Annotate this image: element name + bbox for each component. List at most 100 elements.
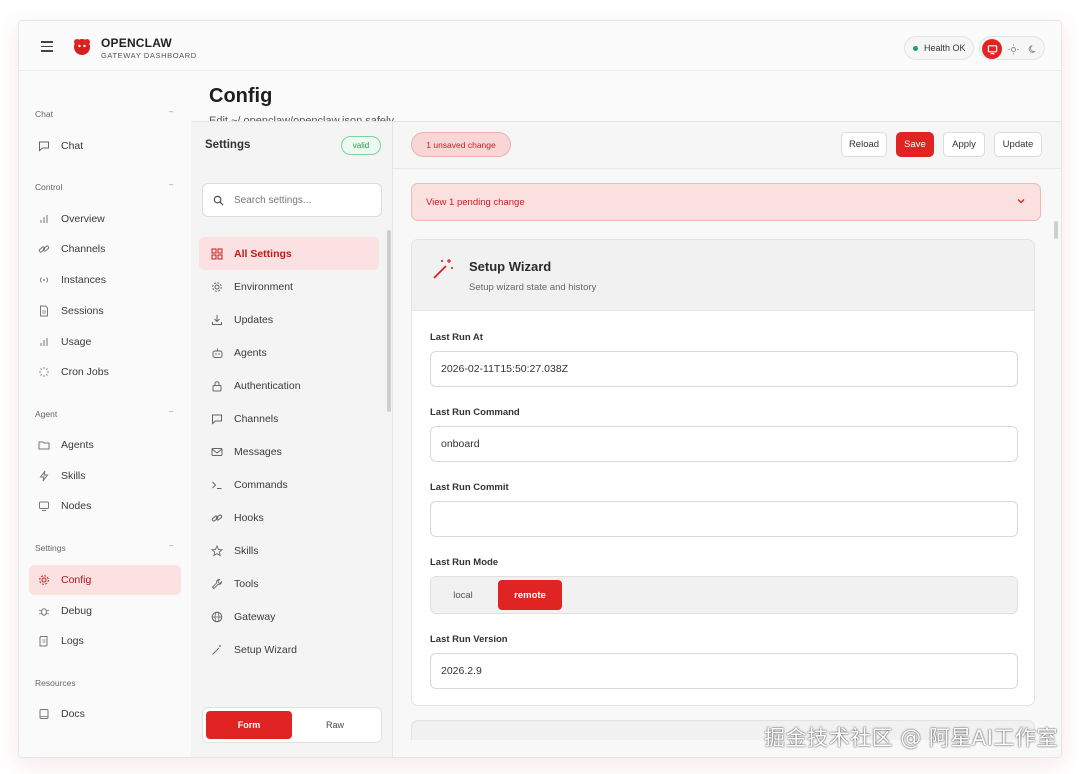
settings-item-all-settings[interactable]: All Settings	[199, 237, 379, 270]
sidebar-item-agents[interactable]: Agents	[29, 430, 181, 460]
field-label: Last Run Version	[430, 634, 508, 645]
last-run-version-field[interactable]	[430, 653, 1018, 689]
theme-light-button[interactable]	[1003, 39, 1023, 59]
collapse-icon[interactable]: –	[169, 107, 173, 116]
mode-option-local[interactable]: local	[434, 580, 492, 610]
sidebar-item-label: Skills	[61, 470, 86, 482]
collapse-icon[interactable]: –	[169, 541, 173, 550]
chat-bubble-icon	[210, 412, 224, 426]
config-toolbar: 1 unsaved change Reload Save Apply Updat…	[393, 122, 1061, 169]
settings-item-gateway[interactable]: Gateway	[199, 600, 379, 633]
sidebar-item-label: Instances	[61, 274, 106, 286]
section-subtitle: Setup wizard state and history	[469, 282, 597, 293]
mode-toggle: Form Raw	[202, 707, 382, 743]
settings-item-label: Messages	[234, 445, 282, 458]
last-run-commit-field[interactable]	[430, 501, 1018, 537]
settings-item-label: Hooks	[234, 511, 264, 524]
last-run-at-field[interactable]	[430, 351, 1018, 387]
menu-icon[interactable]	[41, 41, 53, 52]
watermark: 掘金技术社区 @ 阿星AI工作室	[764, 726, 1058, 750]
scrollbar[interactable]	[387, 230, 391, 412]
loader-icon	[37, 365, 51, 379]
settings-item-label: All Settings	[234, 247, 292, 260]
settings-item-label: Authentication	[234, 379, 301, 392]
nav-group-label: Resources	[35, 678, 76, 688]
field-label: Last Run Commit	[430, 482, 509, 493]
link-icon	[37, 242, 51, 256]
raw-mode-button[interactable]: Raw	[292, 711, 378, 739]
section-header: Setup Wizard Setup wizard state and hist…	[412, 240, 1034, 311]
field-label: Last Run Command	[430, 407, 520, 418]
settings-item-agents[interactable]: Agents	[199, 336, 379, 369]
mode-option-remote[interactable]: remote	[498, 580, 562, 610]
collapse-icon[interactable]: –	[169, 180, 173, 189]
sidebar-item-logs[interactable]: Logs	[29, 626, 181, 656]
chevron-down-icon	[1017, 199, 1025, 204]
sun-icon	[1007, 43, 1019, 55]
status-dot-icon	[913, 45, 918, 51]
section-title: Setup Wizard	[469, 259, 552, 274]
save-button[interactable]: Save	[896, 132, 934, 157]
setup-wizard-section: Setup Wizard Setup wizard state and hist…	[411, 239, 1035, 706]
sidebar-item-usage[interactable]: Usage	[29, 327, 181, 357]
sidebar-item-debug[interactable]: Debug	[29, 596, 181, 626]
nav-group-label: Agent	[35, 409, 58, 419]
health-value: OK	[952, 43, 966, 53]
apply-button[interactable]: Apply	[943, 132, 985, 157]
config-form-area: 1 unsaved change Reload Save Apply Updat…	[393, 122, 1061, 757]
sidebar-item-docs[interactable]: Docs	[29, 699, 181, 729]
star-icon	[210, 544, 224, 558]
sidebar-item-cron-jobs[interactable]: Cron Jobs	[29, 357, 181, 387]
mail-icon	[210, 445, 224, 459]
settings-item-updates[interactable]: Updates	[199, 303, 379, 336]
theme-system-button[interactable]	[982, 39, 1002, 59]
settings-heading: Settings	[205, 139, 251, 151]
pending-label: View 1 pending change	[426, 196, 525, 208]
scrollbar[interactable]	[1054, 221, 1058, 239]
settings-item-setup-wizard[interactable]: Setup Wizard	[199, 633, 379, 666]
sidebar-item-label: Docs	[61, 708, 85, 720]
sidebar-item-config[interactable]: Config	[29, 565, 181, 595]
settings-item-channels[interactable]: Channels	[199, 402, 379, 435]
settings-item-commands[interactable]: Commands	[199, 468, 379, 501]
settings-item-authentication[interactable]: Authentication	[199, 369, 379, 402]
status-badge: valid	[341, 136, 381, 155]
theme-dark-button[interactable]	[1023, 39, 1043, 59]
logo-icon	[74, 39, 90, 55]
settings-item-label: Setup Wizard	[234, 643, 298, 656]
sidebar-item-sessions[interactable]: Sessions	[29, 296, 181, 326]
last-run-mode-selector: local remote	[430, 576, 1018, 614]
sidebar-item-instances[interactable]: Instances	[29, 265, 181, 295]
reload-button[interactable]: Reload	[841, 132, 887, 157]
settings-item-environment[interactable]: Environment	[199, 270, 379, 303]
settings-item-label: Updates	[234, 313, 274, 326]
sidebar-item-chat[interactable]: Chat	[29, 131, 181, 161]
settings-item-label: Commands	[234, 478, 288, 491]
settings-item-tools[interactable]: Tools	[199, 567, 379, 600]
sidebar-item-label: Channels	[61, 243, 106, 255]
settings-item-skills[interactable]: Skills	[199, 534, 379, 567]
moon-icon	[1028, 45, 1036, 53]
sidebar-item-label: Config	[61, 574, 92, 586]
collapse-icon[interactable]: –	[169, 407, 173, 416]
theme-switcher	[979, 36, 1045, 60]
sidebar-item-label: Nodes	[61, 500, 92, 512]
settings-list: All Settings Environment Updates Agents	[199, 237, 381, 677]
sidebar-item-overview[interactable]: Overview	[29, 204, 181, 234]
form-mode-button[interactable]: Form	[206, 711, 292, 739]
last-run-command-field[interactable]	[430, 426, 1018, 462]
search-input[interactable]	[234, 194, 364, 206]
update-button[interactable]: Update	[994, 132, 1042, 157]
pending-changes-toggle[interactable]: View 1 pending change	[411, 183, 1041, 221]
terminal-icon	[210, 478, 224, 492]
field-label: Last Run Mode	[430, 557, 499, 568]
page-title: Config	[209, 85, 273, 107]
settings-item-messages[interactable]: Messages	[199, 435, 379, 468]
robot-icon	[210, 346, 224, 360]
settings-item-hooks[interactable]: Hooks	[199, 501, 379, 534]
settings-item-label: Gateway	[234, 610, 276, 623]
sidebar-item-channels[interactable]: Channels	[29, 234, 181, 264]
sidebar-item-skills[interactable]: Skills	[29, 461, 181, 491]
unsaved-badge: 1 unsaved change	[411, 132, 511, 157]
sidebar-item-nodes[interactable]: Nodes	[29, 491, 181, 521]
